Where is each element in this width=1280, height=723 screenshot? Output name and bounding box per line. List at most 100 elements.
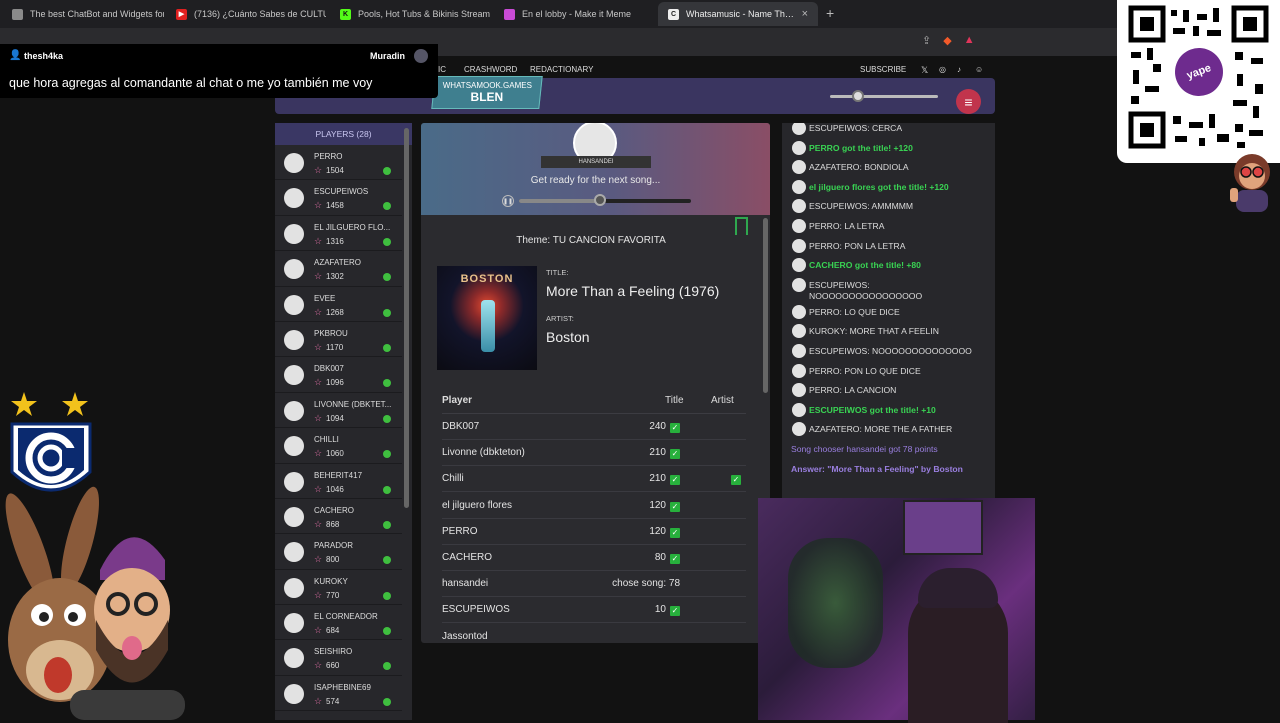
youtube-icon: ▶: [176, 8, 187, 20]
player-row[interactable]: PARADOR ☆ 800: [275, 534, 402, 570]
chat-scrollbar[interactable]: [987, 128, 991, 408]
chat-message: PERRO got the title! +120: [782, 138, 995, 158]
player-row[interactable]: LIVONNE (DBKTET... ☆ 1094: [275, 393, 402, 429]
score-row: hansandei chose song: 78: [442, 571, 746, 598]
player-row[interactable]: SEISHIRO ☆ 660: [275, 640, 402, 676]
browser-tab-bar: The best ChatBot and Widgets for Ki ▶ (7…: [0, 0, 1280, 28]
player-row[interactable]: EVEE ☆ 1268: [275, 287, 402, 322]
new-tab-icon[interactable]: +: [826, 5, 834, 21]
nav-redactionary[interactable]: REDACTIONARY: [530, 65, 593, 74]
volume-knob[interactable]: [852, 90, 864, 102]
player-row[interactable]: BEHERIT417 ☆ 1046: [275, 464, 402, 499]
score-row: Livonne (dbkteton) 210 ✓: [442, 440, 746, 467]
player-row[interactable]: EL CORNEADOR ☆ 684: [275, 605, 402, 641]
score-player: CACHERO: [442, 552, 493, 563]
score-row: ESCUPEIWOS 10 ✓: [442, 597, 746, 624]
chat-avatar: [792, 277, 806, 292]
tab-youtube[interactable]: ▶ (7136) ¿Cuánto Sabes de CULTURA G: [166, 2, 326, 26]
song-progress-bar[interactable]: [519, 194, 691, 206]
score-row: Jassontod: [442, 624, 746, 643]
player-score: 660: [326, 661, 340, 671]
brave-rewards-icon[interactable]: ▲: [964, 34, 975, 47]
brave-shield-icon[interactable]: ◆: [943, 34, 951, 47]
online-status-icon: [383, 520, 391, 529]
title-label: TITLE:: [546, 268, 569, 277]
score-title-value: 210: [649, 447, 666, 459]
tiktok-icon[interactable]: ♪: [957, 65, 961, 74]
player-row[interactable]: ESCUPEIWOS ☆ 1458: [275, 180, 402, 216]
player-score: 1504: [326, 166, 344, 175]
song-artist: Boston: [546, 329, 590, 345]
chat-message: PERRO: PON LA LETRA: [782, 236, 995, 256]
player-row[interactable]: KUROKY ☆ 770: [275, 570, 402, 606]
chat-message: KUROKY: MORE THAT A FEELIN: [782, 321, 995, 341]
star-icon: ☆: [314, 165, 323, 175]
star-icon: ☆: [314, 695, 323, 706]
round-theme: Theme: TU CANCION FAVORITA: [516, 235, 666, 246]
bookmark-icon[interactable]: [735, 217, 748, 235]
score-title-cell: 210 ✓: [649, 473, 680, 486]
player-row[interactable]: PKBROU ☆ 1170: [275, 322, 402, 358]
tab-kick[interactable]: K Pools, Hot Tubs & Bikinis Streaming: [330, 2, 490, 26]
score-row: PERRO 120 ✓: [442, 519, 746, 545]
star-icon: ☆: [314, 200, 323, 211]
score-title-cell: 120 ✓: [649, 500, 680, 512]
nav-music[interactable]: IC: [438, 65, 446, 74]
online-status-icon: [383, 556, 391, 565]
players-scrollbar[interactable]: [404, 128, 409, 508]
player-avatar: [284, 613, 304, 634]
chat-avatar: [792, 123, 806, 135]
tab-make-it-meme[interactable]: En el lobby - Make it Meme: [494, 2, 654, 26]
player-row[interactable]: EL JILGUERO FLO... ☆ 1316: [275, 216, 402, 252]
player-row[interactable]: CACHERO ☆ 868: [275, 499, 402, 535]
player-score: 1096: [326, 378, 344, 388]
player-avatar: [284, 577, 304, 598]
player-row[interactable]: PERRO ☆ 1504: [275, 145, 402, 181]
players-list: PERRO ☆ 1504 ESCUPEIWOS ☆ 1458 EL JILGUERO FLO…: [275, 145, 412, 712]
volume-slider[interactable]: [830, 90, 938, 102]
online-status-icon: [383, 308, 391, 317]
tab-whatsamusic[interactable]: C Whatsamusic - Name That Tune ×: [658, 2, 818, 26]
chat-text: PERRO: LA CANCION: [809, 385, 897, 396]
player-row[interactable]: AZAFATERO ☆ 1302: [275, 251, 402, 287]
score-row: el jilguero flores 120 ✓: [442, 493, 746, 519]
player-row[interactable]: DBK007 ☆ 1096: [275, 357, 402, 393]
song-progress-thumb[interactable]: [593, 194, 606, 206]
chat-avatar: [792, 304, 806, 319]
chat-avatar: [792, 199, 806, 214]
score-title-value: 80: [654, 552, 666, 563]
online-status-icon: [383, 273, 391, 282]
player-score: 1268: [326, 307, 344, 317]
player-score: 1458: [326, 201, 344, 211]
player-avatar: [284, 683, 304, 704]
player-name: BEHERIT417: [314, 470, 363, 480]
host-name: HANSANDEI: [541, 156, 651, 168]
score-title-cell: chose song: 78: [612, 578, 680, 589]
chat-message: PERRO: LA LETRA: [782, 216, 995, 236]
player-score: 1094: [326, 413, 344, 423]
chat-text: KUROKY: MORE THAT A FEELIN: [809, 326, 939, 337]
game-panel-scrollbar[interactable]: [763, 218, 768, 393]
tab-label: En el lobby - Make it Meme: [522, 9, 632, 19]
streamer-emote: [1230, 154, 1270, 212]
share-icon[interactable]: ⇪: [922, 34, 931, 47]
tab-label: (7136) ¿Cuánto Sabes de CULTURA G: [194, 9, 326, 19]
instagram-icon[interactable]: ◎: [939, 65, 946, 74]
chat-message: ESCUPEIWOS: NOOOOOOOOOOOOOO: [782, 341, 995, 361]
online-status-icon: [383, 485, 391, 494]
player-name: EL CORNEADOR: [314, 612, 378, 622]
chat-text: PERRO: PON LA LETRA: [809, 240, 906, 251]
discord-icon[interactable]: ☺: [975, 65, 983, 74]
tab-chatbot[interactable]: The best ChatBot and Widgets for Ki: [2, 2, 164, 26]
nav-crashword[interactable]: CRASHWORD: [464, 65, 517, 74]
twitter-icon[interactable]: 𝕏: [921, 65, 928, 76]
close-tab-icon[interactable]: ×: [802, 8, 808, 20]
stream-chat-alert: 👤 thesh4ka Muradin que hora agregas al c…: [0, 44, 438, 98]
pause-button[interactable]: ❚❚: [502, 195, 514, 207]
player-row[interactable]: ISAPHEBINE69 ☆ 574: [275, 676, 402, 712]
menu-button[interactable]: ≡: [956, 89, 981, 114]
score-row: CACHERO 80 ✓: [442, 545, 746, 571]
player-row[interactable]: CHILLI ☆ 1060: [275, 428, 402, 464]
chat-message: Answer: "More Than a Feeling" by Boston: [782, 459, 995, 479]
nav-subscribe[interactable]: SUBSCRIBE: [860, 65, 906, 74]
